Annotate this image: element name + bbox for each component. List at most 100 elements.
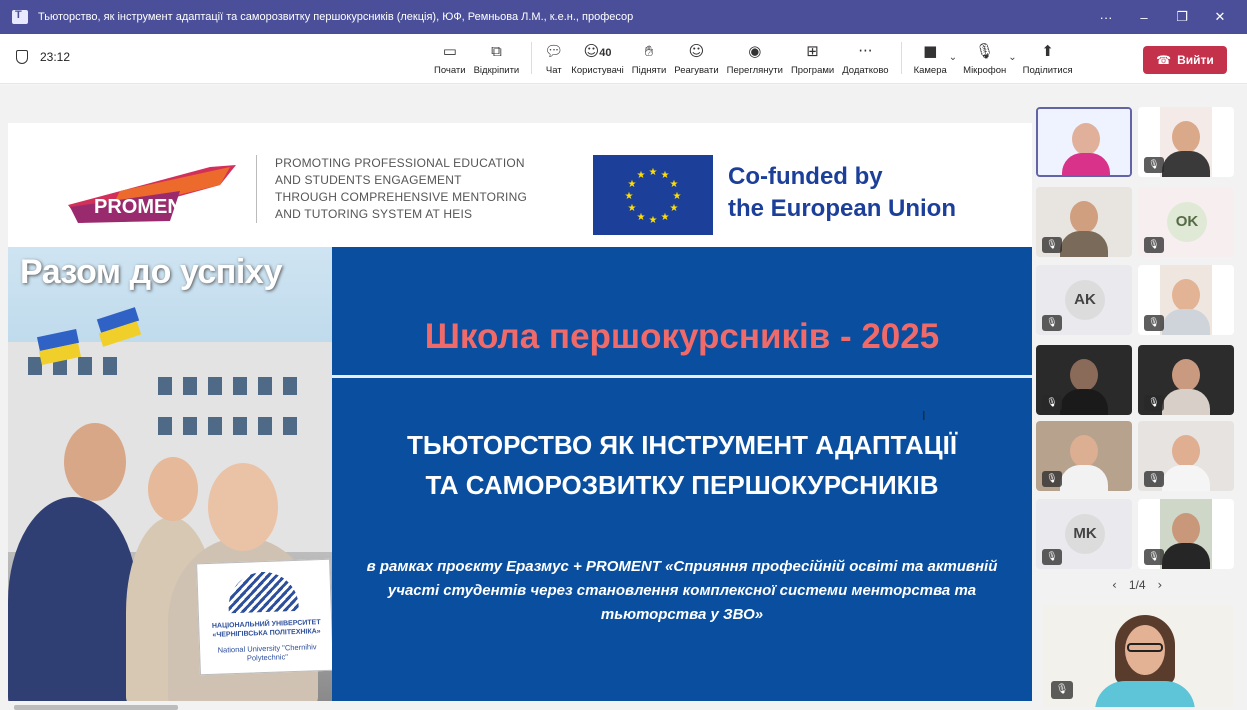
proment-logo-text: PROMENT <box>94 196 194 218</box>
participant-video <box>1060 389 1108 415</box>
react-button[interactable]: ☺ Реагувати <box>674 40 718 76</box>
svg-text:★: ★ <box>637 212 646 223</box>
tagline-line: THROUGH COMPREHENSIVE MENTORING <box>275 190 527 204</box>
raise-hand-icon: ✋︎ <box>644 42 654 60</box>
participant-tile[interactable]: 🎙︎ <box>1138 421 1234 491</box>
horizontal-scrollbar[interactable] <box>14 705 178 710</box>
student-figure <box>64 423 126 501</box>
camera-button[interactable]: ■ Камера <box>914 40 947 76</box>
student-figure <box>208 463 278 551</box>
mic-options-chevron-icon[interactable]: ⌄ <box>1008 52 1016 63</box>
eu-cofunded-text: Co-funded by the European Union <box>728 161 956 225</box>
pop-out-icon: ⧉ <box>491 42 502 60</box>
proment-logo: PROMENT <box>68 165 236 223</box>
participant-video <box>1162 543 1210 569</box>
participant-tile[interactable]: 🎙︎ <box>1036 187 1132 257</box>
slide-header: PROMENT PROMOTING PROFESSIONAL EDUCATION… <box>8 123 1032 247</box>
view-label: Переглянути <box>726 65 783 76</box>
window-title: Тьюторство, як інструмент адаптації та с… <box>38 11 634 23</box>
more-actions-button[interactable]: ··· Додатково <box>842 40 888 76</box>
participant-video <box>1172 279 1200 311</box>
participant-tile[interactable]: 🎙︎ <box>1036 421 1132 491</box>
previous-page-chevron-icon[interactable]: ‹ <box>1112 578 1117 592</box>
participant-tile[interactable]: 🎙︎ <box>1138 499 1234 569</box>
svg-text:★: ★ <box>649 167 658 178</box>
more-options-button[interactable]: ··· <box>1087 10 1125 25</box>
apps-label: Програми <box>790 65 835 76</box>
building-window <box>183 377 197 395</box>
building-window <box>158 377 172 395</box>
photo-caption: Разом до успіху <box>20 253 283 291</box>
apps-button[interactable]: ⊞ Програми <box>791 40 834 76</box>
mic-off-icon: 🎙︎ <box>1144 157 1164 173</box>
chat-button[interactable]: 💬︎ Чат <box>544 40 563 76</box>
tagline-line: PROMOTING PROFESSIONAL EDUCATION <box>275 156 525 170</box>
raise-hand-label: Підняти <box>631 65 667 76</box>
student-figure <box>8 497 138 701</box>
building-window <box>283 377 297 395</box>
participant-tile[interactable] <box>1036 107 1132 177</box>
participant-video <box>1172 435 1200 467</box>
participant-video <box>1070 435 1098 467</box>
participant-video <box>1162 465 1210 491</box>
building-window <box>103 357 117 375</box>
leave-button[interactable]: ☎ Вийти <box>1143 46 1227 74</box>
mic-off-icon: 🎙︎ <box>1042 395 1062 411</box>
toolbar-actions: ▭ Почати ⧉ Відкріпити 💬︎ Чат ☺︎40 Корист… <box>430 40 1077 80</box>
participant-video <box>1172 513 1200 545</box>
lecture-title-line: ТЬЮТОРСТВО ЯК ІНСТРУМЕНТ АДАПТАЦІЇ <box>406 430 958 460</box>
participant-tile[interactable]: 🎙︎ <box>1138 107 1234 177</box>
microphone-button[interactable]: 🎙︎ Мікрофон <box>963 40 1006 76</box>
university-name-en: National University "Chernihiv Polytechn… <box>217 642 317 663</box>
view-button[interactable]: ◉ Переглянути <box>727 40 783 76</box>
share-screen-icon: ▭ <box>442 42 457 60</box>
microphone-label: Мікрофон <box>963 65 1007 76</box>
building-window <box>158 417 172 435</box>
participant-initials: OK <box>1167 202 1207 242</box>
page-indicator: 1/4 <box>1128 578 1146 592</box>
participant-tile[interactable]: AK 🎙︎ <box>1036 265 1132 335</box>
lecture-title: ТЬЮТОРСТВО ЯК ІНСТРУМЕНТ АДАПТАЦІЇ ТА СА… <box>332 425 1032 505</box>
next-page-chevron-icon[interactable]: › <box>1158 578 1163 592</box>
people-button[interactable]: ☺︎40 Користувачі <box>571 40 623 76</box>
self-view-person <box>1095 681 1195 707</box>
participant-tile[interactable]: OK 🎙︎ <box>1138 187 1234 257</box>
participant-tile[interactable]: MK 🎙︎ <box>1036 499 1132 569</box>
more-label: Додатково <box>842 65 889 76</box>
mic-off-icon: 🎙︎ <box>1042 237 1062 253</box>
self-view-video[interactable]: 🎙︎ <box>1043 605 1233 707</box>
participant-tile[interactable]: 🎙︎ <box>1138 265 1234 335</box>
toolbar-divider <box>900 42 902 74</box>
raise-hand-button[interactable]: ✋︎ Підняти <box>632 40 667 76</box>
share-button[interactable]: ⬆ Поділитися <box>1023 40 1073 76</box>
mic-off-icon: 🎙︎ <box>975 42 995 60</box>
svg-text:★: ★ <box>661 170 670 181</box>
student-figure <box>148 457 198 521</box>
toolbar-divider <box>531 42 533 74</box>
building-window <box>208 417 222 435</box>
pop-out-button[interactable]: ⧉ Відкріпити <box>474 40 520 76</box>
minimize-button[interactable]: – <box>1125 10 1163 25</box>
text-cursor-icon: I <box>922 409 926 423</box>
chat-label: Чат <box>545 65 562 76</box>
gallery-pager: ‹ 1/4 › <box>1100 578 1174 592</box>
restore-button[interactable]: ❐ <box>1163 9 1201 25</box>
participant-video <box>1060 231 1108 257</box>
leave-label: Вийти <box>1177 53 1214 67</box>
participants-gallery: 🎙︎ 🎙︎ OK 🎙︎ AK 🎙︎ 🎙︎ 🎙︎ 🎙︎ 🎙︎ 🎙︎ MK 🎙︎ 🎙… <box>1036 107 1236 577</box>
elapsed-time: 23:12 <box>40 50 71 64</box>
participant-tile[interactable]: 🎙︎ <box>1138 345 1234 415</box>
tagline-line: AND TUTORING SYSTEM AT HEIS <box>275 207 473 221</box>
start-share-button[interactable]: ▭ Почати <box>434 40 466 76</box>
start-share-label: Почати <box>434 65 466 76</box>
camera-options-chevron-icon[interactable]: ⌄ <box>949 52 957 63</box>
mic-off-icon: 🎙︎ <box>1144 471 1164 487</box>
eu-text-line: the European Union <box>728 195 956 222</box>
proment-tagline: PROMOTING PROFESSIONAL EDUCATION AND STU… <box>256 155 527 223</box>
mic-off-icon: 🎙︎ <box>1042 315 1062 331</box>
building-window <box>283 417 297 435</box>
svg-text:★: ★ <box>670 179 679 190</box>
participant-tile[interactable]: 🎙︎ <box>1036 345 1132 415</box>
close-button[interactable]: ✕ <box>1201 9 1239 25</box>
participant-video <box>1162 389 1210 415</box>
